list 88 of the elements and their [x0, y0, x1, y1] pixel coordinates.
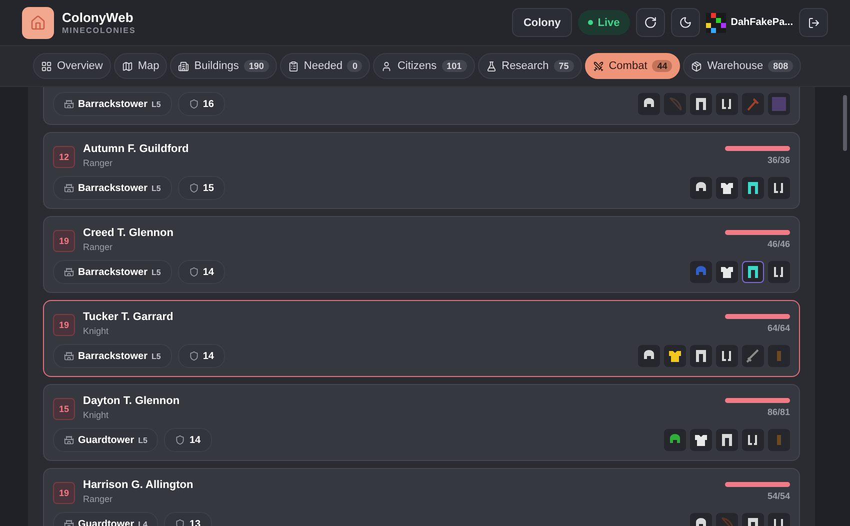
- nav-tab[interactable]: Buildings 190: [170, 53, 277, 79]
- rank-badge: 19: [53, 230, 75, 252]
- tab-count: 44: [652, 60, 672, 72]
- refresh-icon: [644, 16, 657, 29]
- scrollbar-thumb[interactable]: [843, 95, 847, 151]
- tower-icon: [64, 519, 74, 526]
- box-icon: [691, 60, 702, 72]
- building-level: L5: [151, 184, 161, 192]
- nav-tab[interactable]: Needed 0: [280, 53, 370, 79]
- shield-icon: [188, 267, 199, 277]
- rank-badge: 19: [53, 314, 75, 336]
- armor-value: 14: [189, 434, 201, 446]
- guard-card[interactable]: 19 Tucker T. Garrard Knight 64/64 Barrackstower L5 14: [43, 300, 800, 377]
- armor-value: 16: [202, 98, 214, 110]
- health-reading: 64/64: [767, 323, 790, 333]
- house-icon: [30, 14, 46, 30]
- shield-icon: [188, 351, 199, 361]
- guard-name: Tucker T. Garrard: [83, 311, 174, 323]
- building-icon: [178, 60, 190, 72]
- nav-tab[interactable]: Combat 44: [584, 53, 680, 79]
- armor-value: 15: [202, 182, 214, 194]
- clipboard-icon: [288, 60, 299, 72]
- guard-role: Ranger: [83, 158, 114, 168]
- health-reading: 46/46: [767, 239, 790, 249]
- guard-name: Harrison G. Allington: [83, 479, 194, 491]
- building-level: L5: [151, 352, 161, 360]
- rank-badge: 15: [53, 398, 75, 420]
- building-name: Guardtower: [78, 434, 134, 446]
- building-name: Barrackstower: [78, 182, 148, 194]
- guard-card[interactable]: 12 Autumn F. Guildford Ranger 36/36 Barrackstower L5 15: [43, 132, 800, 209]
- live-status: Live: [578, 10, 630, 35]
- guard-card[interactable]: Barrackstower L5 16: [43, 87, 800, 125]
- guard-role: Ranger: [83, 242, 114, 252]
- swords-icon: [592, 60, 604, 72]
- guard-role: Ranger: [83, 494, 114, 504]
- health-reading: 36/36: [767, 155, 790, 165]
- armor-value: 14: [202, 266, 214, 278]
- nav-tab[interactable]: Citizens 101: [373, 53, 475, 79]
- shield-icon: [188, 183, 199, 193]
- building-name: Barrackstower: [78, 266, 148, 278]
- shield-icon: [175, 519, 186, 526]
- tower-icon: [64, 435, 74, 445]
- guard-card[interactable]: 19 Creed T. Glennon Ranger 46/46 Barrackstower L5 14: [43, 216, 800, 293]
- tower-icon: [64, 351, 74, 361]
- rank-badge: 19: [53, 482, 75, 504]
- logout-icon: [808, 16, 820, 28]
- building-level: L5: [151, 268, 161, 276]
- logout-button[interactable]: [799, 8, 828, 37]
- map-icon: [122, 60, 133, 72]
- guard-card[interactable]: 15 Dayton T. Glennon Knight 86/81 Guardtower L5 14: [43, 384, 800, 461]
- armor-value: 14: [202, 350, 214, 362]
- person-icon: [381, 60, 392, 72]
- tower-icon: [64, 99, 74, 109]
- tab-count: 808: [768, 60, 794, 72]
- guard-name: Creed T. Glennon: [83, 227, 174, 239]
- nav-tab[interactable]: Research 75: [478, 53, 582, 79]
- guard-role: Knight: [83, 410, 110, 420]
- tab-count: 75: [554, 60, 574, 72]
- tab-count: 0: [347, 60, 362, 72]
- guard-role: Knight: [83, 326, 110, 336]
- building-name: Barrackstower: [78, 350, 148, 362]
- moon-icon: [678, 16, 692, 29]
- rank-badge: 12: [53, 146, 75, 168]
- avatar-icon: [706, 12, 726, 32]
- building-name: Barrackstower: [78, 98, 148, 110]
- grid-icon: [41, 60, 52, 72]
- tower-icon: [64, 183, 74, 193]
- refresh-button[interactable]: [636, 8, 665, 37]
- tower-icon: [64, 267, 74, 277]
- nav-tab[interactable]: Map: [114, 53, 168, 79]
- nav-tab[interactable]: Overview: [33, 53, 111, 79]
- tab-count: 190: [244, 60, 269, 72]
- shield-icon: [188, 99, 199, 109]
- app-subtitle: MINECOLONIES: [62, 26, 136, 35]
- health-reading: 86/81: [767, 407, 790, 417]
- guard-name: Autumn F. Guildford: [83, 143, 189, 155]
- guard-name: Dayton T. Glennon: [83, 395, 180, 407]
- app-title: ColonyWeb: [62, 10, 134, 25]
- colony-button[interactable]: Colony: [512, 8, 572, 37]
- health-reading: 54/54: [767, 491, 790, 501]
- tab-count: 101: [442, 60, 467, 72]
- theme-button[interactable]: [670, 8, 700, 37]
- building-level: L5: [138, 436, 148, 444]
- building-level: L5: [151, 100, 161, 108]
- user-name[interactable]: DahFakePa...: [730, 17, 793, 28]
- shield-icon: [175, 435, 186, 445]
- flask-icon: [486, 60, 497, 72]
- nav-tab[interactable]: Warehouse 808: [683, 53, 802, 79]
